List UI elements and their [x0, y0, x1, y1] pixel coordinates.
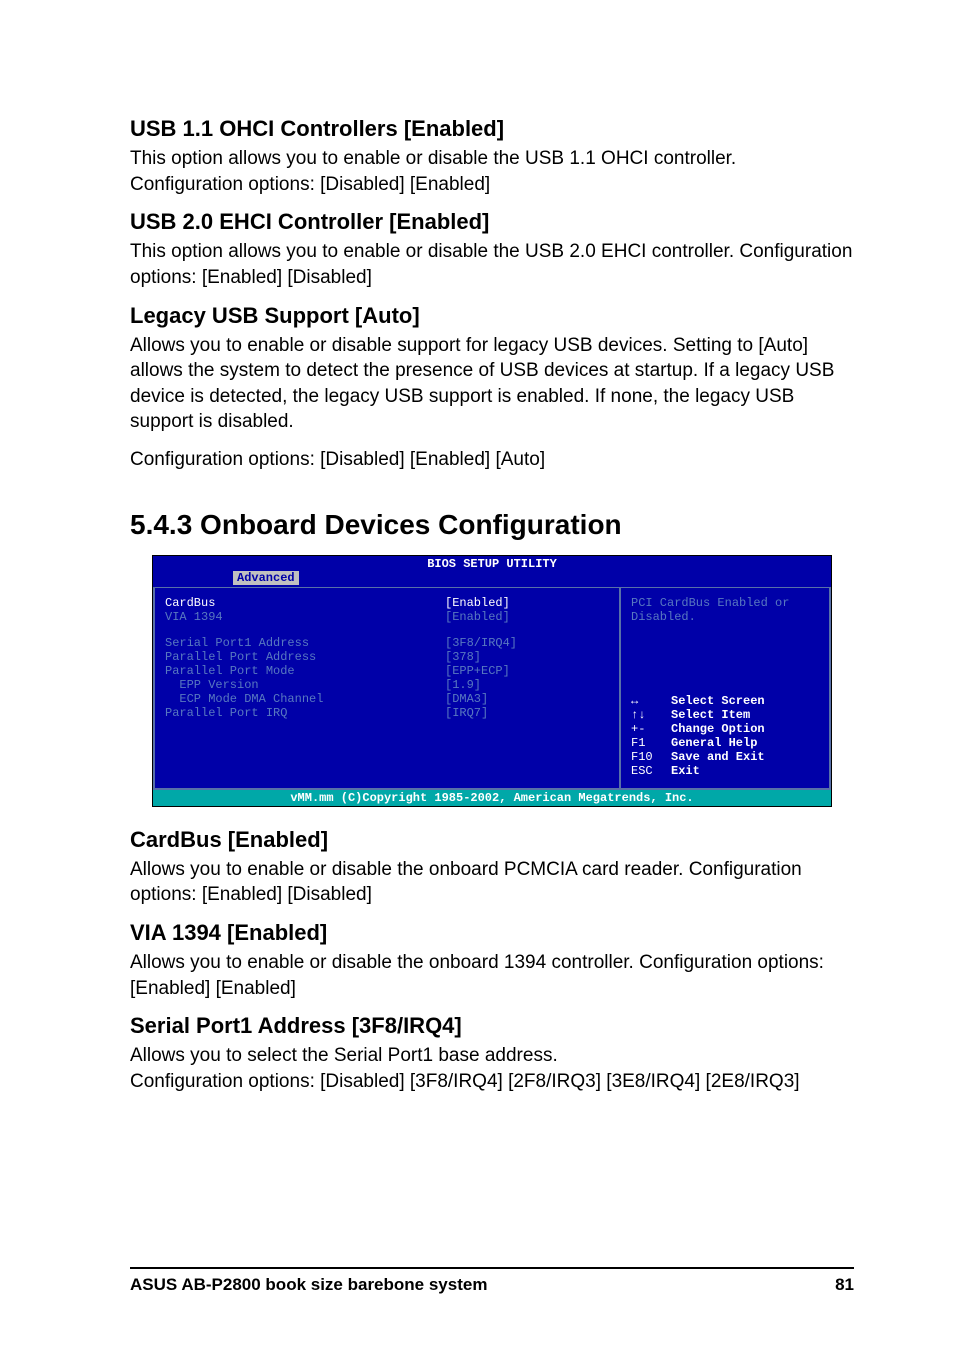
page-footer: ASUS AB-P2800 book size barebone system …: [130, 1267, 854, 1295]
heading-cardbus: CardBus [Enabled]: [130, 827, 854, 853]
para-usb20: This option allows you to enable or disa…: [130, 239, 854, 290]
spacer: [165, 624, 609, 636]
bios-label: CardBus: [165, 596, 445, 610]
bios-label: ECP Mode DMA Channel: [165, 692, 445, 706]
heading-legacy: Legacy USB Support [Auto]: [130, 303, 854, 329]
bios-row-cardbus[interactable]: CardBus [Enabled]: [165, 596, 609, 610]
key-icon: F1: [631, 736, 671, 750]
key-desc: Save and Exit: [671, 750, 765, 764]
bios-title: BIOS SETUP UTILITY: [153, 556, 831, 571]
bios-label: Parallel Port Address: [165, 650, 445, 664]
para-via1394: Allows you to enable or disable the onbo…: [130, 950, 854, 1001]
page-number: 81: [835, 1275, 854, 1295]
key-icon: ↔: [631, 694, 671, 708]
key-icon: +-: [631, 722, 671, 736]
bios-label: Serial Port1 Address: [165, 636, 445, 650]
bios-right-pane: PCI CardBus Enabled or Disabled. ↔Select…: [621, 588, 831, 790]
bios-val: [EPP+ECP]: [445, 664, 510, 678]
bios-row-serial[interactable]: Serial Port1 Address [3F8/IRQ4]: [165, 636, 609, 650]
footer-title: ASUS AB-P2800 book size barebone system: [130, 1275, 487, 1295]
bios-row-ecp[interactable]: ECP Mode DMA Channel [DMA3]: [165, 692, 609, 706]
bios-val: [DMA3]: [445, 692, 488, 706]
heading-serial: Serial Port1 Address [3F8/IRQ4]: [130, 1013, 854, 1039]
bios-row-parallel-irq[interactable]: Parallel Port IRQ [IRQ7]: [165, 706, 609, 720]
bios-utility: BIOS SETUP UTILITY Advanced CardBus [Ena…: [152, 555, 832, 807]
bios-val: [3F8/IRQ4]: [445, 636, 517, 650]
heading-via1394: VIA 1394 [Enabled]: [130, 920, 854, 946]
bios-row-epp[interactable]: EPP Version [1.9]: [165, 678, 609, 692]
key-icon: ↑↓: [631, 708, 671, 722]
para-serial-1: Allows you to select the Serial Port1 ba…: [130, 1043, 854, 1069]
para-serial-2: Configuration options: [Disabled] [3F8/I…: [130, 1069, 854, 1095]
bios-label: EPP Version: [165, 678, 445, 692]
bios-help-text: PCI CardBus Enabled or Disabled.: [631, 596, 819, 624]
bios-val: [1.9]: [445, 678, 481, 692]
key-desc: Exit: [671, 764, 700, 778]
para-usb11: This option allows you to enable or disa…: [130, 146, 854, 197]
bios-row-parallel-addr[interactable]: Parallel Port Address [378]: [165, 650, 609, 664]
bios-keys: ↔Select Screen ↑↓Select Item +-Change Op…: [631, 694, 819, 778]
bios-val: [Enabled]: [445, 596, 510, 610]
key-desc: Change Option: [671, 722, 765, 736]
bios-val: [IRQ7]: [445, 706, 488, 720]
key-icon: ESC: [631, 764, 671, 778]
bios-label: VIA 1394: [165, 610, 445, 624]
key-desc: Select Screen: [671, 694, 765, 708]
bios-tab-advanced[interactable]: Advanced: [233, 571, 299, 585]
key-desc: Select Item: [671, 708, 750, 722]
heading-usb11: USB 1.1 OHCI Controllers [Enabled]: [130, 116, 854, 142]
bios-row-parallel-mode[interactable]: Parallel Port Mode [EPP+ECP]: [165, 664, 609, 678]
bios-row-via1394[interactable]: VIA 1394 [Enabled]: [165, 610, 609, 624]
para-legacy-1: Allows you to enable or disable support …: [130, 333, 854, 436]
key-icon: F10: [631, 750, 671, 764]
bios-val: [Enabled]: [445, 610, 510, 624]
para-legacy-2: Configuration options: [Disabled] [Enabl…: [130, 447, 854, 473]
key-desc: General Help: [671, 736, 757, 750]
bios-footer: vMM.mm (C)Copyright 1985-2002, American …: [153, 790, 831, 806]
heading-onboard: 5.4.3 Onboard Devices Configuration: [130, 509, 854, 541]
bios-val: [378]: [445, 650, 481, 664]
heading-usb20: USB 2.0 EHCI Controller [Enabled]: [130, 209, 854, 235]
bios-tabrow: Advanced: [153, 571, 831, 587]
para-cardbus: Allows you to enable or disable the onbo…: [130, 857, 854, 908]
bios-left-pane: CardBus [Enabled] VIA 1394 [Enabled] Ser…: [153, 588, 621, 790]
bios-label: Parallel Port IRQ: [165, 706, 445, 720]
bios-label: Parallel Port Mode: [165, 664, 445, 678]
